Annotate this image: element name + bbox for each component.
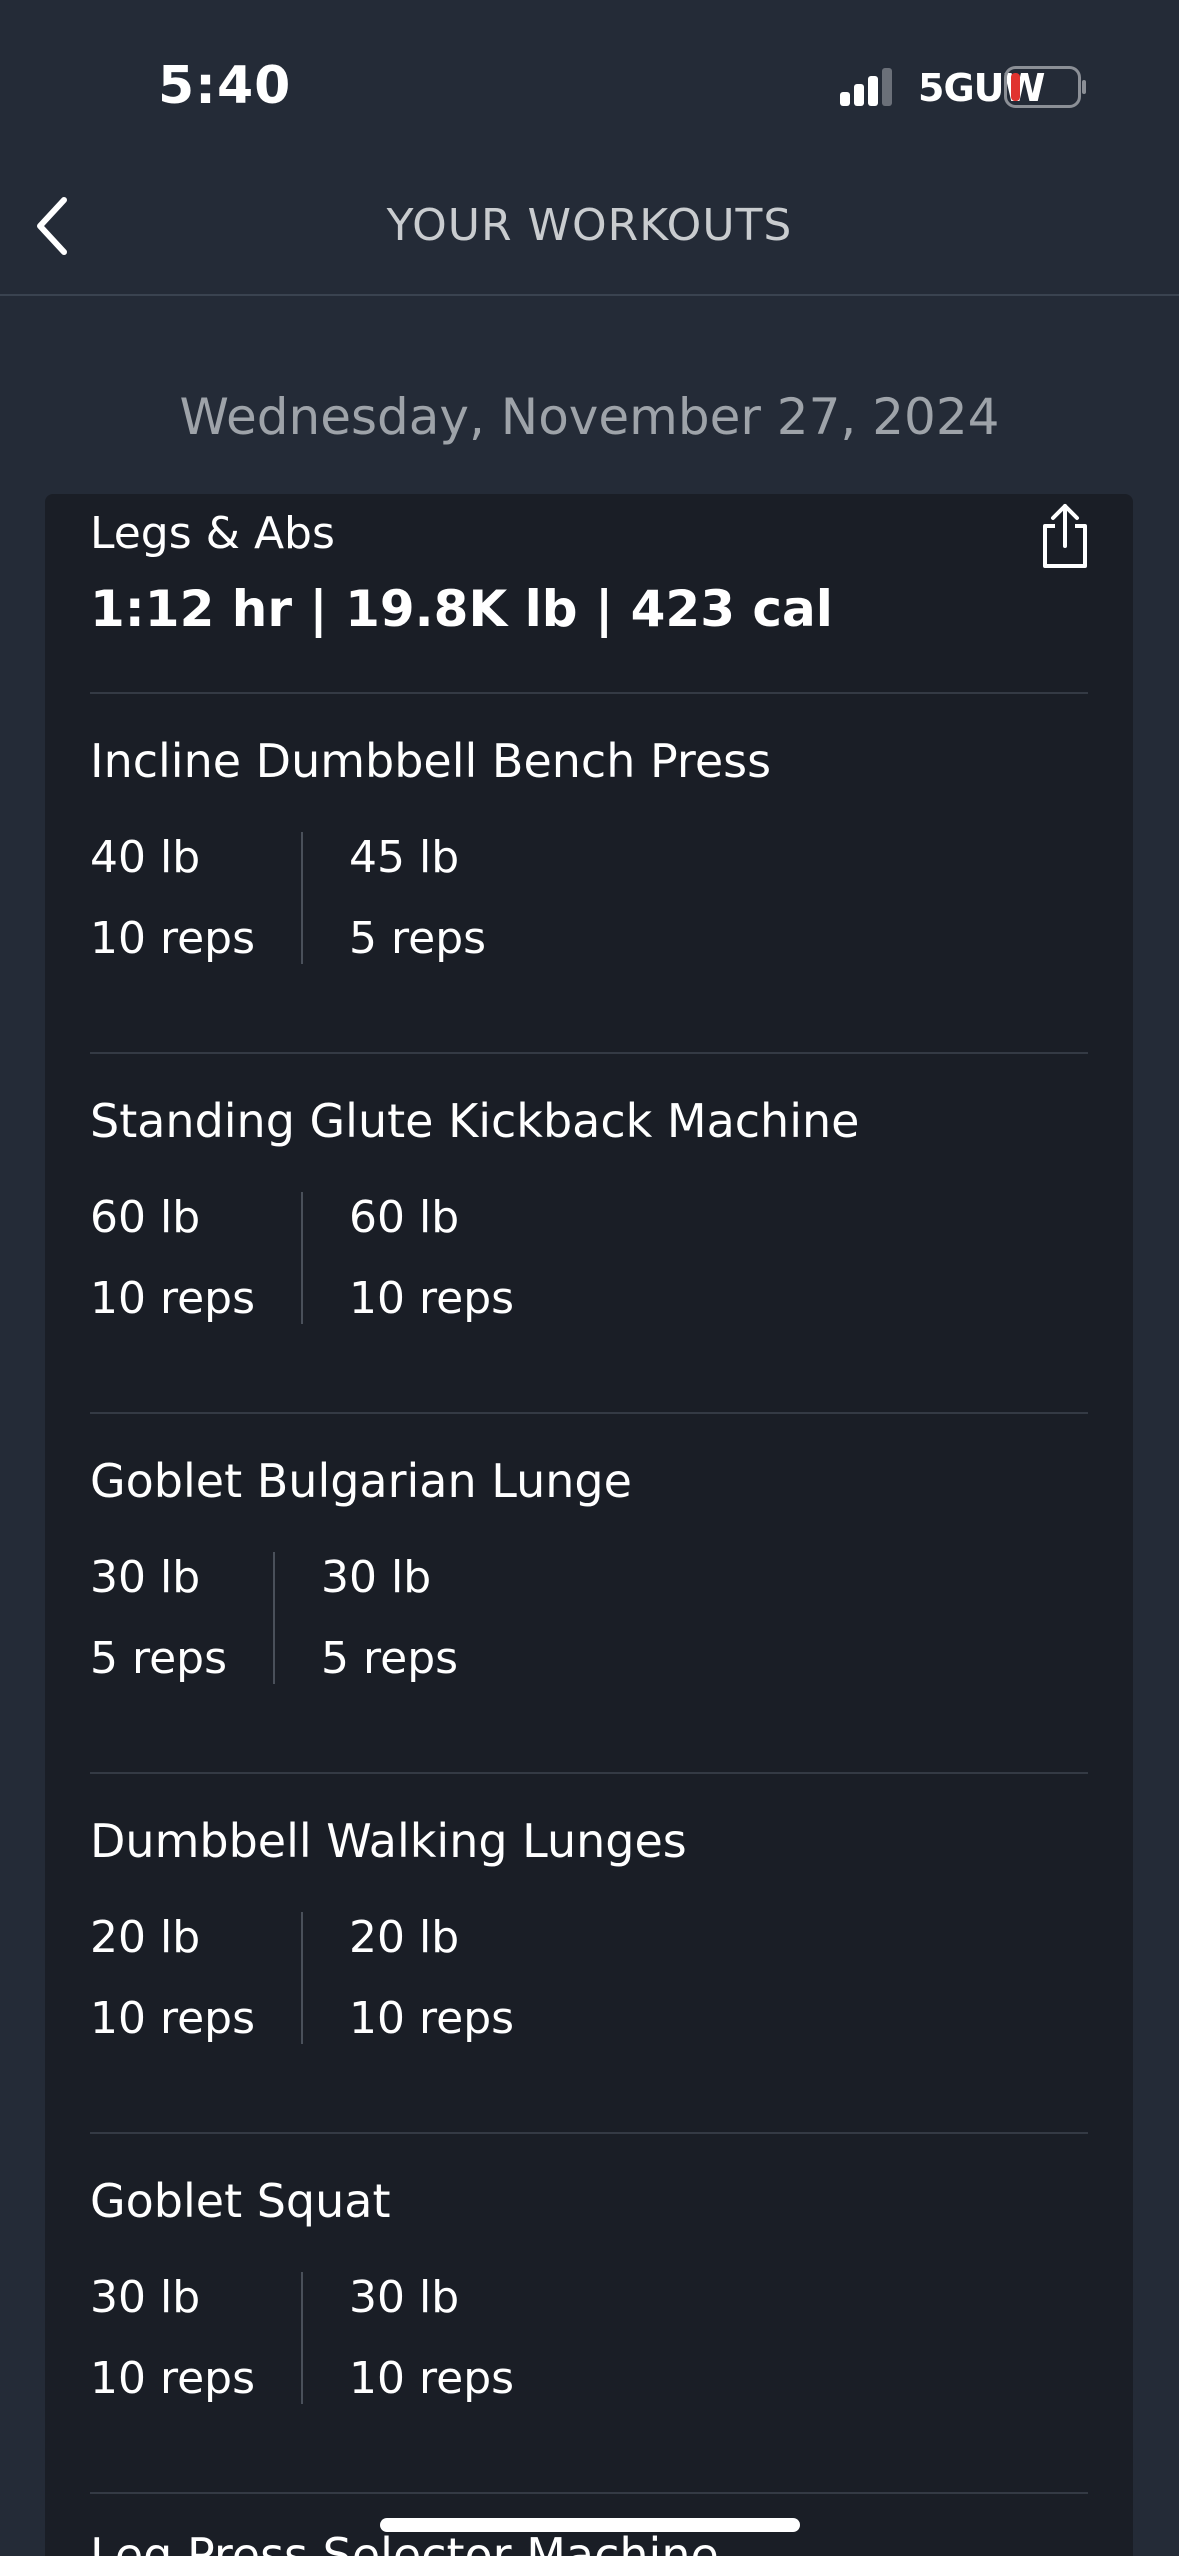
exercise-item[interactable]: Dumbbell Walking Lunges 20 lb 10 reps 20…: [45, 1774, 1133, 2134]
exercise-item[interactable]: Standing Glute Kickback Machine 60 lb 10…: [45, 1054, 1133, 1414]
set-weight: 20 lb: [90, 1912, 201, 1963]
exercise-name: Goblet Bulgarian Lunge: [90, 1454, 632, 1508]
navigation-bar: YOUR WORKOUTS: [0, 160, 1179, 296]
exercise-name[interactable]: Leg Press Selector Machine: [90, 2528, 719, 2556]
exercise-sets: 40 lb 10 reps 45 lb 5 reps: [90, 832, 532, 964]
set-weight: 45 lb: [349, 832, 460, 883]
home-indicator[interactable]: [380, 2518, 800, 2532]
workout-header: Legs & Abs 1:12 hr | 19.8K lb | 423 cal: [45, 494, 1133, 694]
exercise-name: Standing Glute Kickback Machine: [90, 1094, 860, 1148]
set-weight: 30 lb: [90, 1552, 201, 1603]
exercise-item[interactable]: Incline Dumbbell Bench Press 40 lb 10 re…: [45, 694, 1133, 1054]
set-item: 60 lb 10 reps: [90, 1192, 301, 1324]
set-reps: 5 reps: [90, 1633, 228, 1684]
set-reps: 10 reps: [90, 1993, 256, 2044]
set-reps: 10 reps: [90, 1273, 256, 1324]
set-weight: 30 lb: [90, 2272, 201, 2323]
set-item: 30 lb 10 reps: [301, 2272, 560, 2404]
set-reps: 10 reps: [349, 1993, 515, 2044]
page-title: YOUR WORKOUTS: [386, 200, 793, 251]
set-reps: 10 reps: [349, 2353, 515, 2404]
status-bar: 5:40 5GUW: [0, 0, 1179, 160]
battery-icon: [1004, 66, 1086, 108]
set-reps: 5 reps: [349, 913, 487, 964]
exercise-sets: 60 lb 10 reps 60 lb 10 reps: [90, 1192, 560, 1324]
set-weight: 40 lb: [90, 832, 201, 883]
set-item: 60 lb 10 reps: [301, 1192, 560, 1324]
set-reps: 10 reps: [90, 2353, 256, 2404]
set-weight: 30 lb: [321, 1552, 432, 1603]
set-item: 30 lb 5 reps: [273, 1552, 504, 1684]
exercise-item[interactable]: Goblet Squat 30 lb 10 reps 30 lb 10 reps: [45, 2134, 1133, 2494]
set-weight: 60 lb: [349, 1192, 460, 1243]
exercise-name: Incline Dumbbell Bench Press: [90, 734, 772, 788]
set-weight: 60 lb: [90, 1192, 201, 1243]
set-reps: 10 reps: [90, 913, 256, 964]
set-item: 20 lb 10 reps: [301, 1912, 560, 2044]
workout-card: Legs & Abs 1:12 hr | 19.8K lb | 423 cal …: [45, 494, 1133, 2556]
set-weight: 20 lb: [349, 1912, 460, 1963]
exercise-name: Dumbbell Walking Lunges: [90, 1814, 687, 1868]
set-reps: 10 reps: [349, 1273, 515, 1324]
exercise-name: Goblet Squat: [90, 2174, 391, 2228]
exercise-item[interactable]: Goblet Bulgarian Lunge 30 lb 5 reps 30 l…: [45, 1414, 1133, 1774]
set-item: 30 lb 10 reps: [90, 2272, 301, 2404]
set-item: 30 lb 5 reps: [90, 1552, 273, 1684]
share-icon: [1043, 504, 1087, 568]
workout-date: Wednesday, November 27, 2024: [179, 388, 1000, 446]
divider: [90, 2492, 1088, 2494]
workout-name: Legs & Abs: [90, 508, 335, 559]
exercise-sets: 20 lb 10 reps 20 lb 10 reps: [90, 1912, 560, 2044]
set-reps: 5 reps: [321, 1633, 459, 1684]
share-button[interactable]: [1035, 502, 1095, 572]
set-weight: 30 lb: [349, 2272, 460, 2323]
status-time: 5:40: [158, 56, 292, 116]
set-item: 40 lb 10 reps: [90, 832, 301, 964]
workout-summary: 1:12 hr | 19.8K lb | 423 cal: [90, 580, 833, 638]
cellular-signal-icon: [840, 68, 892, 106]
exercise-sets: 30 lb 5 reps 30 lb 5 reps: [90, 1552, 504, 1684]
exercise-sets: 30 lb 10 reps 30 lb 10 reps: [90, 2272, 560, 2404]
set-item: 45 lb 5 reps: [301, 832, 532, 964]
set-item: 20 lb 10 reps: [90, 1912, 301, 2044]
